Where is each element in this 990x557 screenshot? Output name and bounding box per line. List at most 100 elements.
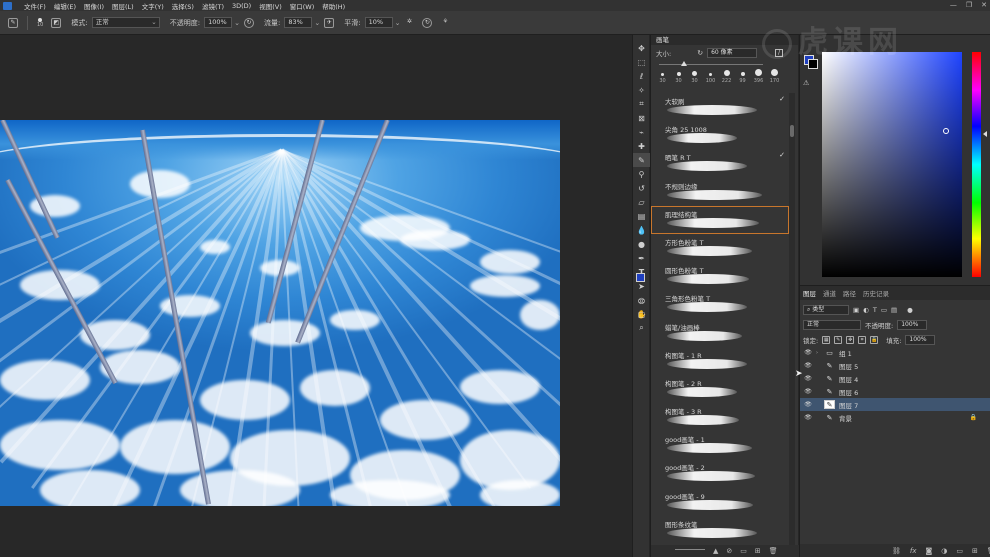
brush-list-item[interactable]: 图形条纹笔 <box>651 516 789 544</box>
brush-preset[interactable]: 30 <box>688 67 701 84</box>
brush-tool-icon[interactable]: ✎ <box>633 153 650 167</box>
brush-preset[interactable]: 100 <box>704 67 717 84</box>
filter-shape-icon[interactable]: ▭ <box>881 306 887 314</box>
mode-select[interactable]: 正常 ⌄ <box>91 17 160 28</box>
filter-type-icon[interactable]: T <box>873 306 877 314</box>
menu-file[interactable]: 文件(F) <box>24 1 46 11</box>
chevron-down-icon[interactable]: ⌄ <box>314 19 320 27</box>
canvas-workspace[interactable] <box>0 35 632 557</box>
screen-mode-icon[interactable]: ▢ <box>633 307 650 321</box>
foreground-color-swatch[interactable] <box>636 273 645 282</box>
brush-preset[interactable]: 396 <box>752 67 765 84</box>
chevron-down-icon[interactable]: ⌄ <box>395 19 401 27</box>
close-button[interactable]: ✕ <box>981 1 987 9</box>
menu-help[interactable]: 帮助(H) <box>322 1 345 11</box>
lock-artboard-icon[interactable]: ⌗ <box>858 335 867 344</box>
menu-image[interactable]: 图像(I) <box>84 1 104 11</box>
brush-preset[interactable]: 30 <box>672 67 685 84</box>
layer-row[interactable]: 👁 ✎ 图层 5 <box>800 359 990 372</box>
new-group-folder-icon[interactable]: ▭ <box>956 547 963 555</box>
brush-list-item[interactable]: good画笔 - 9 <box>651 488 789 516</box>
flow-field[interactable]: 83% <box>284 17 313 28</box>
opacity-field[interactable]: 100% <box>204 17 233 28</box>
symmetry-butterfly-icon[interactable]: ⚘ <box>440 18 450 28</box>
airbrush-icon[interactable]: ✈ <box>324 17 335 28</box>
visibility-eye-icon[interactable]: 👁 <box>800 362 816 369</box>
lock-image-icon[interactable]: ✎ <box>834 335 843 344</box>
brush-list-item[interactable]: 构图笔 - 3 R <box>651 403 789 431</box>
lock-transparent-icon[interactable]: ▦ <box>822 335 831 344</box>
brush-preset[interactable]: 222 <box>720 67 733 84</box>
brush-size-preview[interactable]: 10 <box>37 17 43 28</box>
maximize-button[interactable]: ❐ <box>966 1 972 9</box>
blur-tool-icon[interactable]: 💧 <box>633 223 650 237</box>
visibility-eye-icon[interactable]: 👁 <box>800 388 816 395</box>
brush-list-item[interactable]: 蜡笔/油画棒 <box>651 319 789 347</box>
visibility-eye-icon[interactable]: 👁 <box>800 401 816 408</box>
size-slider-mini-icon[interactable] <box>675 548 705 550</box>
hue-slider-arrow-icon[interactable] <box>983 131 987 137</box>
layer-group-row[interactable]: 👁 › ▭ 组 1 <box>800 346 990 359</box>
filter-smart-object-icon[interactable]: ▤ <box>891 306 897 314</box>
brush-settings-toggle-icon[interactable]: ◩ <box>51 17 62 28</box>
eraser-tool-icon[interactable]: ▱ <box>633 195 650 209</box>
lock-all-icon[interactable]: 🔒 <box>870 335 879 344</box>
move-tool-icon[interactable]: ✥ <box>633 41 650 55</box>
tab-paths[interactable]: 路径 <box>843 288 856 298</box>
filter-toggle-icon[interactable]: ● <box>907 306 913 314</box>
lasso-tool-icon[interactable]: ℓ <box>633 69 650 83</box>
warning-icon[interactable]: ⚠ <box>803 79 809 87</box>
link-layers-icon[interactable]: ⛓ <box>892 547 901 555</box>
layer-opacity-field[interactable]: 100% <box>897 319 928 330</box>
hue-slider[interactable] <box>972 52 981 277</box>
eyedropper-tool-icon[interactable]: ⌁ <box>633 125 650 139</box>
menu-filter[interactable]: 滤镜(T) <box>202 1 224 11</box>
tab-layers[interactable]: 图层 <box>803 288 816 298</box>
tab-channels[interactable]: 通道 <box>823 288 836 298</box>
brush-list-item[interactable]: 肌理结构笔 <box>651 205 789 234</box>
trash-icon[interactable]: 🗑 <box>769 547 778 555</box>
brush-settings-icon[interactable]: ⊘ <box>726 547 732 555</box>
marquee-tool-icon[interactable]: ⬚ <box>633 55 650 69</box>
menu-edit[interactable]: 编辑(E) <box>54 1 76 11</box>
layer-row[interactable]: 👁 ✎ 图层 7 <box>800 398 990 411</box>
new-brush-icon[interactable]: ⊞ <box>755 547 761 555</box>
menu-select[interactable]: 选择(S) <box>172 1 194 11</box>
color-picker-cursor[interactable] <box>943 128 949 134</box>
brush-list-item[interactable]: 构图笔 - 1 R <box>651 347 789 375</box>
magic-wand-tool-icon[interactable]: ✧ <box>633 83 650 97</box>
pressure-opacity-icon[interactable]: ↻ <box>243 17 254 28</box>
tab-history[interactable]: 历史记录 <box>863 288 889 298</box>
dodge-tool-icon[interactable]: ● <box>633 237 650 251</box>
brush-list-item[interactable]: 尖角 25 1008 <box>651 121 789 149</box>
document-canvas[interactable] <box>0 120 560 506</box>
menu-view[interactable]: 视图(V) <box>259 1 282 11</box>
menu-layer[interactable]: 图层(L) <box>112 1 134 11</box>
smoothing-settings-gear-icon[interactable]: ✲ <box>404 18 414 28</box>
filter-adjustment-icon[interactable]: ◐ <box>863 306 869 314</box>
brush-list-item[interactable]: 方形色粉笔 T <box>651 234 789 262</box>
brush-list-item[interactable]: 三角形色粉笔 T <box>651 290 789 318</box>
layer-row[interactable]: 👁 ✎ 背景 🔒 <box>800 411 990 424</box>
layer-filter-select[interactable]: ⌕ 类型 <box>803 304 849 315</box>
fill-field[interactable]: 100% <box>905 334 936 345</box>
new-group-folder-icon[interactable]: ▭ <box>740 547 747 555</box>
brush-size-slider[interactable] <box>659 61 793 67</box>
scrollbar-thumb[interactable] <box>790 125 794 137</box>
blend-mode-select[interactable]: 正常 <box>803 319 861 330</box>
visibility-eye-icon[interactable]: 👁 <box>800 414 816 421</box>
visibility-eye-icon[interactable]: 👁 <box>800 349 816 356</box>
layer-row[interactable]: 👁 ✎ 图层 6 <box>800 385 990 398</box>
chevron-down-icon[interactable]: ⌄ <box>234 19 240 27</box>
brush-list-item[interactable]: 晒笔 R T ✓ <box>651 149 789 177</box>
brush-preset[interactable]: 30 <box>656 67 669 84</box>
slider-knob[interactable] <box>681 61 687 66</box>
brush-size-field[interactable]: 60 像素 <box>707 48 758 58</box>
brush-tool-preset-icon[interactable]: ✎ <box>8 17 18 28</box>
add-mask-icon[interactable]: ◙ <box>926 547 933 555</box>
crop-tool-icon[interactable]: ⌗ <box>633 97 650 111</box>
brush-list-item[interactable]: 大软刷 ✓ <box>651 93 789 121</box>
adjustment-layer-icon[interactable]: ◑ <box>941 547 947 555</box>
layer-row[interactable]: 👁 ✎ 图层 4 <box>800 372 990 385</box>
reset-size-icon[interactable]: ↻ <box>697 49 703 57</box>
